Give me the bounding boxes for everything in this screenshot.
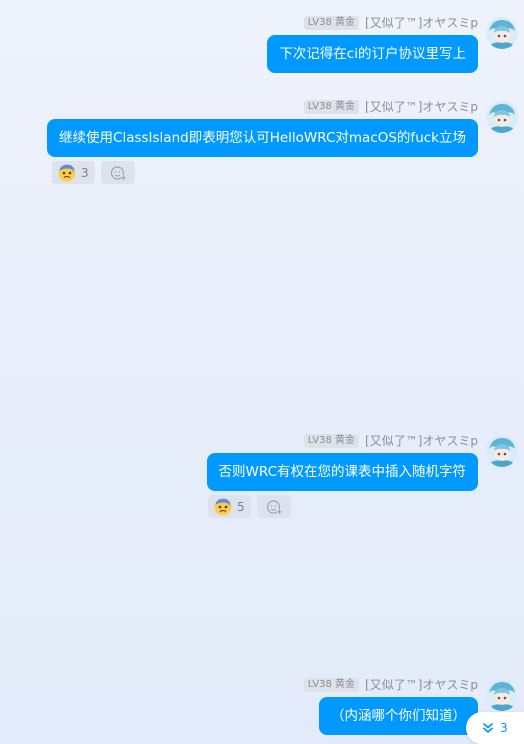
level-badge: LV38 黄金 xyxy=(303,16,360,30)
anxious-face-with-sweat-emoji xyxy=(214,498,232,516)
avatar[interactable] xyxy=(486,679,518,711)
message-bubble[interactable]: 否则WRC有权在您的课表中插入随机字符 xyxy=(206,453,478,491)
double-chevron-down-icon xyxy=(483,722,494,734)
jump-to-new-messages-button[interactable]: 3 xyxy=(466,712,524,744)
sender-nickname[interactable]: [又似了™]オヤスミp xyxy=(365,434,478,448)
avatar[interactable] xyxy=(486,435,518,467)
sender-meta: LV38 黄金 [又似了™]オヤスミp xyxy=(303,99,478,115)
add-reaction-button[interactable] xyxy=(100,161,135,184)
sender-nickname[interactable]: [又似了™]オヤスミp xyxy=(365,100,478,114)
message-bubble[interactable]: 继续使用ClassIsland即表明您认可HelloWRC对macOS的fuck… xyxy=(47,119,478,157)
sender-nickname[interactable]: [又似了™]オヤスミp xyxy=(365,16,478,30)
sender-nickname[interactable]: [又似了™]オヤスミp xyxy=(365,678,478,692)
avatar[interactable] xyxy=(486,101,518,133)
reaction-chip[interactable]: 5 xyxy=(208,495,251,518)
message-bubble[interactable]: （内涵哪个你们知道） xyxy=(319,697,478,735)
level-badge: LV38 黄金 xyxy=(303,100,360,114)
new-message-count: 3 xyxy=(500,721,508,735)
add-emoji-icon xyxy=(266,499,282,514)
sender-meta: LV38 黄金 [又似了™]オヤスミp xyxy=(303,433,478,449)
reaction-count: 5 xyxy=(237,499,245,514)
reaction-count: 3 xyxy=(81,165,89,180)
reaction-bar: 5 xyxy=(208,495,291,518)
message-bubble[interactable]: 下次记得在ci的订户协议里写上 xyxy=(267,35,478,73)
level-badge: LV38 黄金 xyxy=(303,678,360,692)
add-reaction-button[interactable] xyxy=(256,495,291,518)
sender-meta: LV38 黄金 [又似了™]オヤスミp xyxy=(303,15,478,31)
anxious-face-with-sweat-emoji xyxy=(58,164,76,182)
reaction-chip[interactable]: 3 xyxy=(52,161,95,184)
add-emoji-icon xyxy=(110,165,126,180)
level-badge: LV38 黄金 xyxy=(303,434,360,448)
avatar[interactable] xyxy=(486,17,518,49)
reaction-bar: 3 xyxy=(52,161,135,184)
sender-meta: LV38 黄金 [又似了™]オヤスミp xyxy=(303,677,478,693)
